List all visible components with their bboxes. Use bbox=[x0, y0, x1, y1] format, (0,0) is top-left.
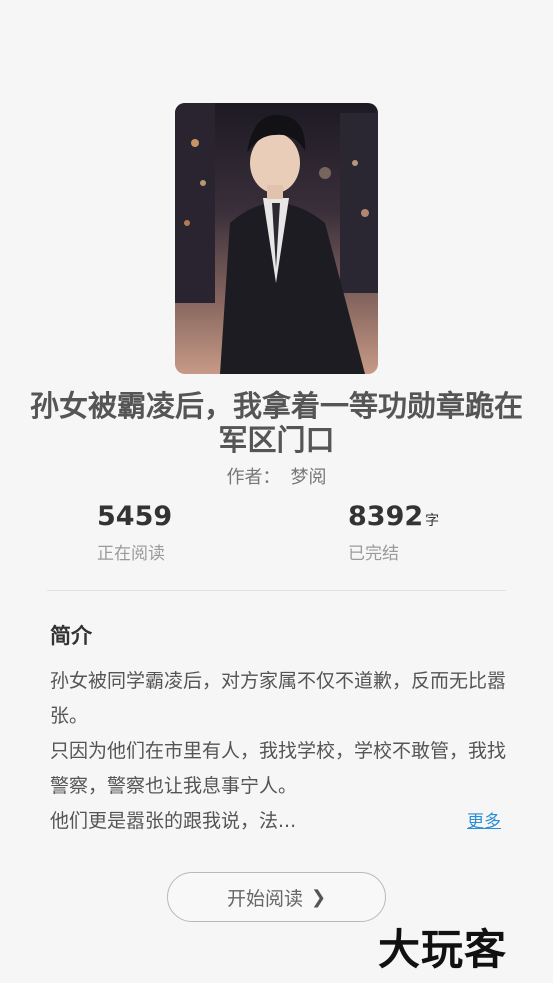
intro-text: 孙女被同学霸凌后，对方家属不仅不道歉，反而无比嚣张。 只因为他们在市里有人，我找… bbox=[50, 670, 507, 832]
book-detail-page: 孙女被霸凌后，我拿着一等功勋章跪在军区门口 作者： 梦阅 5459 正在阅读 83… bbox=[0, 0, 553, 983]
word-count-unit: 字 bbox=[425, 513, 440, 529]
readers-label: 正在阅读 bbox=[97, 544, 165, 564]
word-count: 8392 字 bbox=[348, 501, 439, 532]
cover-illustration bbox=[175, 103, 378, 374]
book-cover-image[interactable] bbox=[175, 103, 378, 374]
more-link[interactable]: 更多 bbox=[467, 807, 501, 832]
watermark-logo: 大玩客 bbox=[378, 925, 508, 974]
word-count-value: 8392 bbox=[348, 501, 424, 532]
author-name[interactable]: 梦阅 bbox=[291, 467, 327, 488]
start-reading-button[interactable]: 开始阅读 ❯ bbox=[167, 872, 386, 922]
start-reading-label: 开始阅读 bbox=[226, 887, 303, 910]
intro-heading: 简介 bbox=[50, 624, 92, 648]
author-label: 作者： bbox=[226, 467, 281, 488]
status-label: 已完结 bbox=[348, 544, 399, 564]
book-title: 孙女被霸凌后，我拿着一等功勋章跪在军区门口 bbox=[29, 389, 523, 457]
readers-count: 5459 bbox=[97, 501, 173, 532]
chevron-right-icon: ❯ bbox=[310, 886, 327, 908]
divider bbox=[47, 590, 506, 591]
author-line: 作者： 梦阅 bbox=[0, 463, 553, 489]
